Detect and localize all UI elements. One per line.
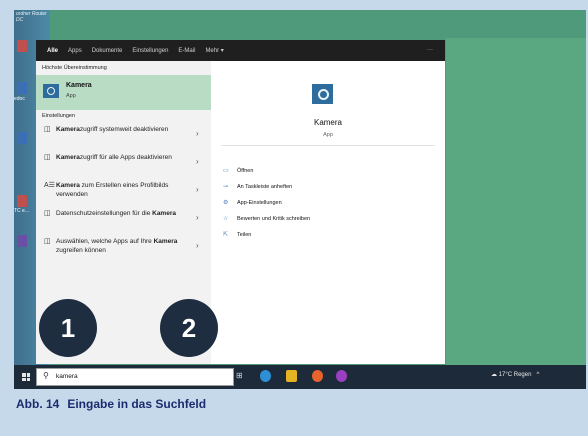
share-icon: ⇱	[223, 232, 229, 238]
action-open[interactable]: ▭ Öffnen	[223, 167, 253, 174]
task-view-icon[interactable]: ⊞	[236, 370, 247, 382]
settings-result-item[interactable]: ◫ Datenschutzeinstellungen für die Kamer…	[36, 207, 211, 235]
search-filter-tabs: Alle Apps Dokumente Einstellungen E-Mail…	[36, 40, 445, 61]
settings-heading: Einstellungen	[42, 113, 76, 119]
action-app-settings[interactable]: ⚙ App-Einstellungen	[223, 199, 282, 206]
search-icon: ⚲	[43, 371, 49, 380]
preview-title: Kamera	[313, 118, 342, 127]
chevron-up-icon: ^	[536, 372, 540, 378]
desktop-app-icon[interactable]	[17, 40, 27, 52]
desktop-app-icon[interactable]	[17, 82, 27, 94]
camera-icon: ◫	[44, 210, 51, 217]
action-pin-taskbar[interactable]: ⊸ An Taskleiste anheften	[223, 183, 292, 190]
chevron-right-icon[interactable]: ›	[196, 241, 199, 250]
action-share[interactable]: ⇱ Teilen	[223, 231, 251, 238]
callout-2: 2	[160, 299, 218, 357]
chevron-right-icon[interactable]: ›	[196, 213, 199, 222]
start-search-menu: Alle Apps Dokumente Einstellungen E-Mail…	[36, 40, 445, 364]
edge-browser-icon[interactable]	[260, 370, 271, 382]
settings-result-label: Kamera zum Erstellen eines Profilbilds v…	[56, 182, 169, 198]
camera-app-icon	[43, 84, 59, 98]
tab-all[interactable]: Alle	[47, 48, 58, 54]
more-options-icon[interactable]: ···	[427, 47, 433, 53]
camera-icon: ◫	[44, 238, 51, 245]
tab-apps[interactable]: Apps	[68, 48, 82, 54]
figure-number: Abb. 14	[16, 397, 60, 411]
pin-taskbar-icon: ⊸	[223, 184, 229, 190]
settings-result-item[interactable]: ◫ Kamerazugriff für alle Apps deaktivier…	[36, 151, 211, 179]
desktop-icon-label: edoc	[14, 96, 25, 102]
preview-pane: Kamera App ▭ Öffnen ⊸ An Taskleiste anheft…	[211, 61, 445, 364]
app-icon[interactable]	[336, 370, 347, 382]
firefox-icon[interactable]	[312, 370, 323, 382]
tab-email[interactable]: E-Mail	[178, 48, 195, 54]
camera-icon: ◫	[44, 154, 51, 161]
best-match-item[interactable]: Kamera App	[36, 75, 211, 110]
tab-settings[interactable]: Einstellungen	[132, 48, 168, 54]
weather-status[interactable]: ☁ 17°C Regen ^	[491, 371, 539, 378]
search-input[interactable]: kamera	[56, 373, 78, 380]
desktop-icon-label: TC e...	[14, 208, 30, 214]
settings-result-label: Kamerazugriff für alle Apps deaktivieren	[56, 154, 172, 161]
camera-icon: ◫	[44, 126, 51, 133]
open-icon: ▭	[223, 168, 229, 174]
settings-result-item[interactable]: ◫ Auswählen, welche Apps auf Ihre Kamera…	[36, 235, 211, 263]
settings-result-item[interactable]: ◫ Kamerazugriff systemweit deaktivieren …	[36, 123, 211, 151]
callout-1: 1	[39, 299, 97, 357]
desktop-title: ordner Router DC	[16, 11, 47, 23]
settings-result-item[interactable]: A☰ Kamera zum Erstellen eines Profilbild…	[36, 179, 211, 207]
settings-result-label: Auswählen, welche Apps auf Ihre Kamera z…	[56, 238, 178, 254]
star-icon: ☆	[223, 216, 229, 222]
figure-caption-text: Eingabe in das Suchfeld	[67, 397, 207, 411]
best-match-name: Kamera	[66, 82, 92, 89]
file-explorer-icon[interactable]	[286, 370, 297, 382]
taskbar: ⚲ kamera ⊞ ☁ 17°C Regen ^	[14, 365, 586, 389]
divider	[221, 145, 435, 146]
tab-documents[interactable]: Dokumente	[92, 48, 123, 54]
action-rate-review[interactable]: ☆ Bewerten und Kritik schreiben	[223, 215, 310, 222]
taskbar-search-field[interactable]: ⚲ kamera	[36, 368, 234, 386]
settings-result-label: Datenschutzeinstellungen für die Kamera	[56, 210, 176, 217]
screenshot: ordner Router DC edoc TC e... Alle Apps …	[14, 10, 586, 389]
chevron-right-icon[interactable]: ›	[196, 157, 199, 166]
chevron-right-icon[interactable]: ›	[196, 129, 199, 138]
best-match-heading: Höchste Übereinstimmung	[42, 65, 107, 71]
best-match-type: App	[66, 93, 76, 99]
camera-app-icon	[312, 84, 333, 104]
tab-more[interactable]: Mehr ▾	[205, 47, 223, 54]
desktop-app-icon[interactable]	[17, 235, 27, 247]
settings-result-label: Kamerazugriff systemweit deaktivieren	[56, 126, 169, 133]
desktop-app-icon[interactable]	[17, 132, 27, 144]
desktop-app-icon[interactable]	[17, 195, 27, 207]
figure-caption: Abb. 14 Eingabe in das Suchfeld	[16, 397, 206, 411]
gear-icon: ⚙	[223, 200, 229, 206]
profile-icon: A☰	[44, 182, 55, 189]
desktop-background	[446, 38, 586, 365]
preview-type: App	[323, 132, 333, 138]
chevron-right-icon[interactable]: ›	[196, 185, 199, 194]
windows-start-icon[interactable]	[22, 373, 30, 381]
